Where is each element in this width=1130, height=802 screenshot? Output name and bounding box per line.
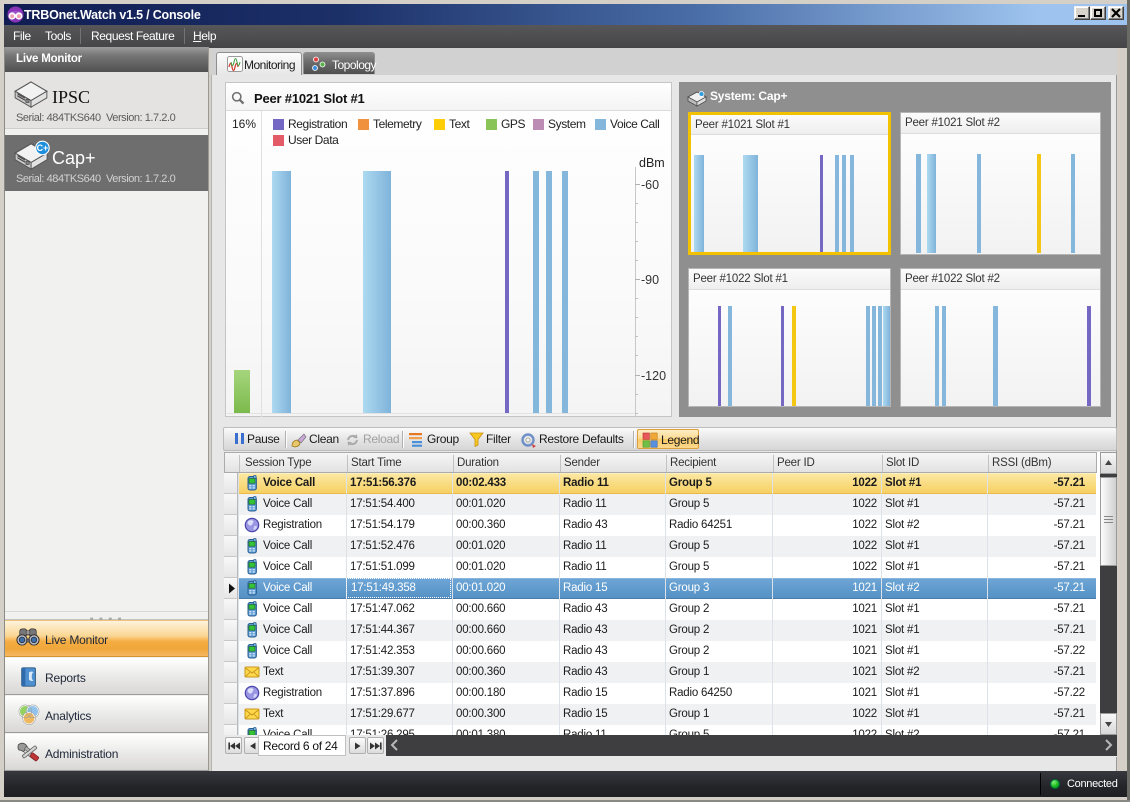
svg-text:C+: C+ (37, 143, 49, 153)
